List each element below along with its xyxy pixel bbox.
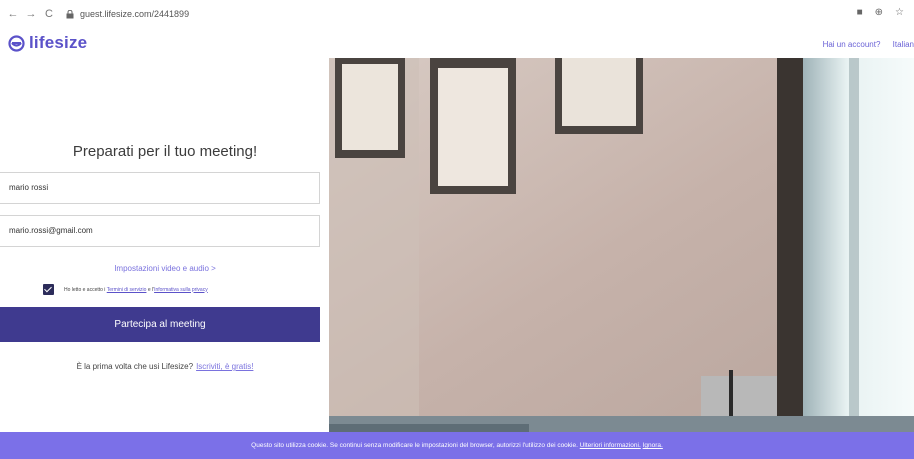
logo-text: lifesize <box>29 33 88 52</box>
consent-prefix: Ho letto e accetto i <box>64 286 107 293</box>
cookie-banner: Questo sito utilizza cookie. Se continui… <box>0 432 914 459</box>
join-form-panel: Preparati per il tuo meeting! mario ross… <box>0 58 330 432</box>
email-field[interactable]: mario.rossi@gmail.com <box>0 215 320 247</box>
signup-link[interactable]: Iscriviti, è gratis! <box>196 362 253 371</box>
terms-link[interactable]: Termini di servizio <box>107 287 147 293</box>
language-selector[interactable]: Italian <box>893 40 914 49</box>
consent-row: Ho letto e accetto i Termini di servizio… <box>43 284 208 295</box>
camera-preview-image <box>329 58 914 432</box>
lock-icon <box>66 9 74 18</box>
cookie-ignore-link[interactable]: Ignora. <box>643 442 663 449</box>
camera-preview <box>329 58 914 432</box>
back-arrow-icon[interactable]: ← <box>6 8 20 20</box>
consent-text: Ho letto e accetto i Termini di servizio… <box>64 287 208 293</box>
first-time-text: È la prima volta che usi Lifesize? <box>76 362 194 371</box>
name-field[interactable]: mario rossi <box>0 172 320 204</box>
browser-toolbar: ← → C guest.lifesize.com/2441899 ■ ⊕ ☆ <box>0 0 914 28</box>
signup-prompt: È la prima volta che usi Lifesize? Iscriv… <box>0 362 330 371</box>
join-meeting-button[interactable]: Partecipa al meeting <box>0 307 320 342</box>
url-text: guest.lifesize.com/2441899 <box>80 9 190 19</box>
zoom-icon[interactable]: ⊕ <box>875 7 883 18</box>
app-header: lifesize Hai un account? Italian <box>0 28 914 58</box>
consent-middle: e l' <box>146 286 155 293</box>
cookie-more-info-link[interactable]: Ulteriori informazioni. <box>580 442 641 449</box>
reload-icon[interactable]: C <box>42 8 56 20</box>
page-title: Preparati per il tuo meeting! <box>72 143 258 160</box>
logo[interactable]: lifesize <box>8 33 87 53</box>
account-link[interactable]: Hai un account? <box>823 40 881 49</box>
forward-arrow-icon[interactable]: → <box>24 8 38 20</box>
privacy-link[interactable]: Informativa sulla privacy <box>154 287 208 293</box>
consent-checkbox[interactable] <box>43 284 54 295</box>
video-audio-settings-link[interactable]: Impostazioni video e audio > <box>0 264 330 273</box>
camera-icon[interactable]: ■ <box>857 7 863 18</box>
lifesize-logo-icon <box>8 34 25 52</box>
cookie-message: Questo sito utilizza cookie. Se continui… <box>251 442 580 449</box>
address-bar[interactable]: guest.lifesize.com/2441899 <box>66 9 189 19</box>
bookmark-star-icon[interactable]: ☆ <box>895 7 904 18</box>
